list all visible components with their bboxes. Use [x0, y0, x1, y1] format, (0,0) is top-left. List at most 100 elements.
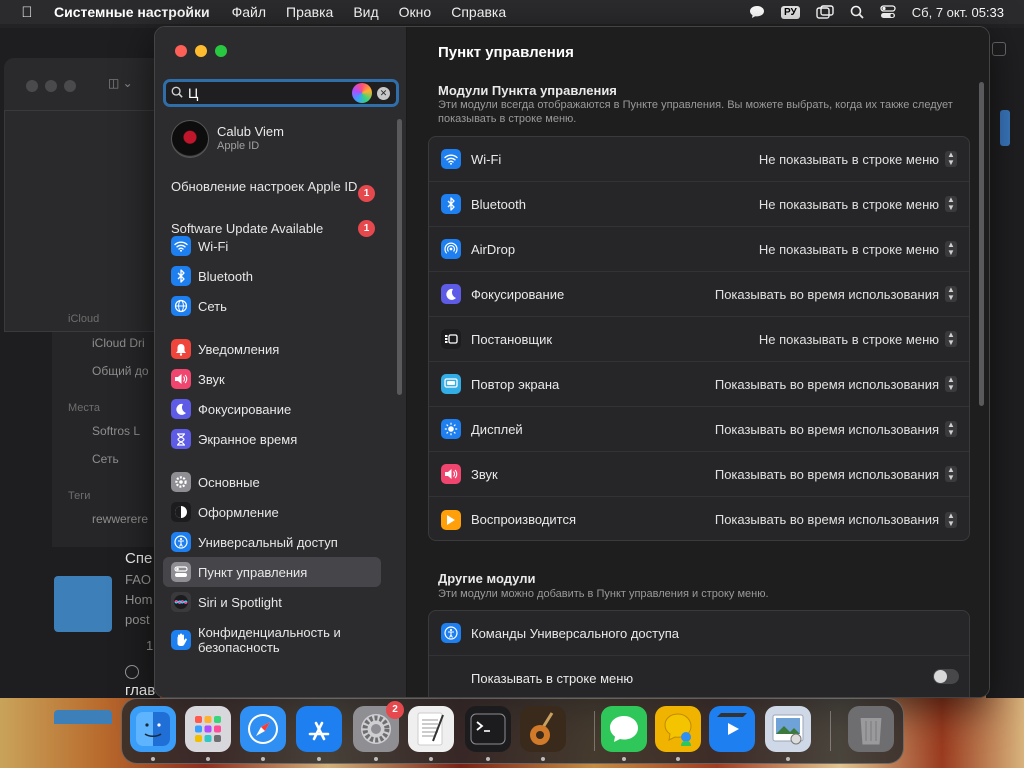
menu-clock[interactable]: Сб, 7 окт. 05:33	[912, 5, 1004, 20]
sidebar-item-control-center[interactable]: Пункт управления	[163, 557, 381, 587]
bg-tags-header: Теги	[68, 490, 91, 502]
chat-bubble-icon[interactable]	[749, 5, 765, 19]
accessibility-icon	[441, 623, 461, 643]
launchpad-icon[interactable]	[185, 706, 231, 752]
module-visibility-select[interactable]: Не показывать в строке меню ▲ ▼	[759, 241, 957, 257]
siri-suggestion-icon	[352, 83, 372, 103]
siri-icon	[171, 592, 191, 612]
module-label: Bluetooth	[471, 196, 526, 212]
bg-network[interactable]: Сеть	[92, 452, 119, 466]
sidebar-item-label: Экранное время	[198, 431, 298, 447]
module-label: AirDrop	[471, 241, 516, 257]
messages-icon[interactable]	[601, 706, 647, 752]
sidebar-item-label: Wi-Fi	[198, 238, 229, 254]
running-indicator	[151, 757, 155, 761]
chevron-updown-icon: ▲ ▼	[945, 196, 957, 212]
system-settings-icon[interactable]: 2	[353, 701, 404, 752]
input-language-badge[interactable]: РУ	[781, 5, 800, 19]
other-section-title: Другие модули	[438, 571, 536, 586]
running-indicator	[317, 757, 321, 761]
airdrop-icon	[441, 239, 461, 259]
modules-section-description: Эти модули всегда отображаются в Пункте …	[438, 99, 953, 125]
sidebar-item-label: Конфиденциальность и безопасность	[198, 625, 341, 655]
sidebar-scrollbar[interactable]	[397, 119, 402, 395]
apple-id-account[interactable]: Calub Viem Apple ID	[171, 120, 391, 160]
zoom-button[interactable]	[215, 45, 227, 57]
dock-separator	[594, 711, 595, 751]
sidebar-item-accessibility[interactable]: Универсальный доступ	[163, 527, 381, 557]
other-module-row[interactable]: Команды Универсального доступа	[429, 611, 969, 656]
bg-item2-title[interactable]: глав	[125, 682, 155, 699]
bg-item-title[interactable]: Спе	[125, 550, 152, 567]
input-language-menu[interactable]: РУ	[781, 5, 800, 19]
search-field[interactable]: Ц ✕	[163, 79, 399, 107]
bg-tag[interactable]: rewwerere	[92, 512, 148, 526]
clear-search-icon[interactable]: ✕	[377, 87, 390, 100]
module-label: Постановщик	[471, 331, 553, 347]
module-visibility-select[interactable]: Не показывать в строке меню ▲ ▼	[759, 196, 957, 212]
safari-icon[interactable]	[240, 706, 286, 752]
sketch-person-icon[interactable]	[655, 706, 701, 752]
module-visibility-select[interactable]: Не показывать в строке меню ▲ ▼	[759, 331, 957, 347]
running-indicator	[429, 757, 433, 761]
module-label: Фокусирование	[471, 286, 565, 302]
module-visibility-select[interactable]: Показывать во время использования ▲ ▼	[715, 376, 957, 392]
bg-icloud-drive[interactable]: iCloud Dri	[92, 336, 145, 350]
spotlight-search-icon[interactable]	[850, 5, 864, 19]
textedit-icon[interactable]	[408, 706, 454, 752]
menu-help[interactable]: Справка	[451, 4, 506, 20]
running-indicator	[486, 757, 490, 761]
sidebar-item-hand[interactable]: Конфиденциальность и безопасность	[163, 621, 381, 659]
sidebar-item-moon[interactable]: Фокусирование	[163, 394, 381, 424]
close-button[interactable]	[175, 45, 187, 57]
sidebar-item-gear[interactable]: Основные	[163, 467, 381, 497]
bg-item-sub3: post	[125, 612, 150, 627]
sidebar-item-hourglass[interactable]: Экранное время	[163, 424, 381, 454]
sidebar-item-speaker[interactable]: Звук	[163, 364, 381, 394]
window-switch-icon[interactable]	[816, 5, 834, 19]
bg-item2-thumbnail[interactable]	[54, 710, 112, 724]
control-center-menu-icon[interactable]	[880, 5, 896, 19]
module-visibility-value: Не показывать в строке меню	[758, 151, 939, 167]
window-copy-icon[interactable]	[992, 42, 1006, 56]
bluetooth-icon	[441, 194, 461, 214]
menu-view[interactable]: Вид	[353, 4, 378, 20]
garageband-icon[interactable]	[520, 706, 566, 752]
bg-shared[interactable]: Общий до	[92, 364, 149, 378]
module-visibility-select[interactable]: Показывать во время использования ▲ ▼	[715, 466, 957, 482]
apple-menu-icon[interactable]: 	[0, 4, 54, 21]
chevron-updown-icon: ▲ ▼	[945, 466, 957, 482]
app-store-icon[interactable]	[296, 706, 342, 752]
minimize-button[interactable]	[195, 45, 207, 57]
bg-softros[interactable]: Softros L	[92, 424, 140, 438]
module-visibility-select[interactable]: Показывать во время использования ▲ ▼	[715, 511, 957, 528]
sidebar-item-bell[interactable]: Уведомления	[163, 334, 381, 364]
module-visibility-select[interactable]: Показывать во время использования ▲ ▼	[715, 421, 957, 437]
menu-app-name[interactable]: Системные настройки	[54, 4, 210, 20]
imovie-icon[interactable]	[709, 706, 755, 752]
trash-icon[interactable]	[848, 706, 894, 752]
sidebar-item-appearance[interactable]: Оформление	[163, 497, 381, 527]
module-visibility-select[interactable]: Показывать во время использования ▲ ▼	[715, 286, 957, 302]
search-input[interactable]: Ц	[188, 85, 352, 101]
sidebar-item-wifi[interactable]: Wi-Fi	[163, 231, 381, 261]
module-visibility-select[interactable]: Не показывать в строке меню ▲ ▼	[759, 151, 957, 167]
sidebar-toggle-icon[interactable]: ◫ ⌄	[108, 76, 138, 92]
show-in-menubar-toggle[interactable]	[933, 669, 959, 684]
apple-id-update-notice[interactable]: Обновление настроек Apple ID	[171, 179, 381, 195]
sidebar-item-siri[interactable]: Siri и Spotlight	[163, 587, 381, 617]
content-scrollbar[interactable]	[979, 82, 984, 406]
chevron-updown-icon: ▲ ▼	[945, 421, 957, 437]
preview-icon[interactable]	[765, 706, 811, 752]
menu-file[interactable]: Файл	[232, 4, 266, 20]
terminal-icon[interactable]	[465, 706, 511, 752]
sidebar-item-label: Уведомления	[198, 341, 280, 357]
sidebar-item-bluetooth[interactable]: Bluetooth	[163, 261, 381, 291]
appearance-icon	[171, 502, 191, 522]
sidebar-item-label: Фокусирование	[198, 401, 292, 417]
menu-edit[interactable]: Правка	[286, 4, 333, 20]
menu-window[interactable]: Окно	[399, 4, 432, 20]
sidebar-item-globe[interactable]: Сеть	[163, 291, 381, 321]
finder-icon[interactable]	[130, 706, 176, 752]
fao-logo-thumbnail[interactable]	[54, 576, 112, 632]
